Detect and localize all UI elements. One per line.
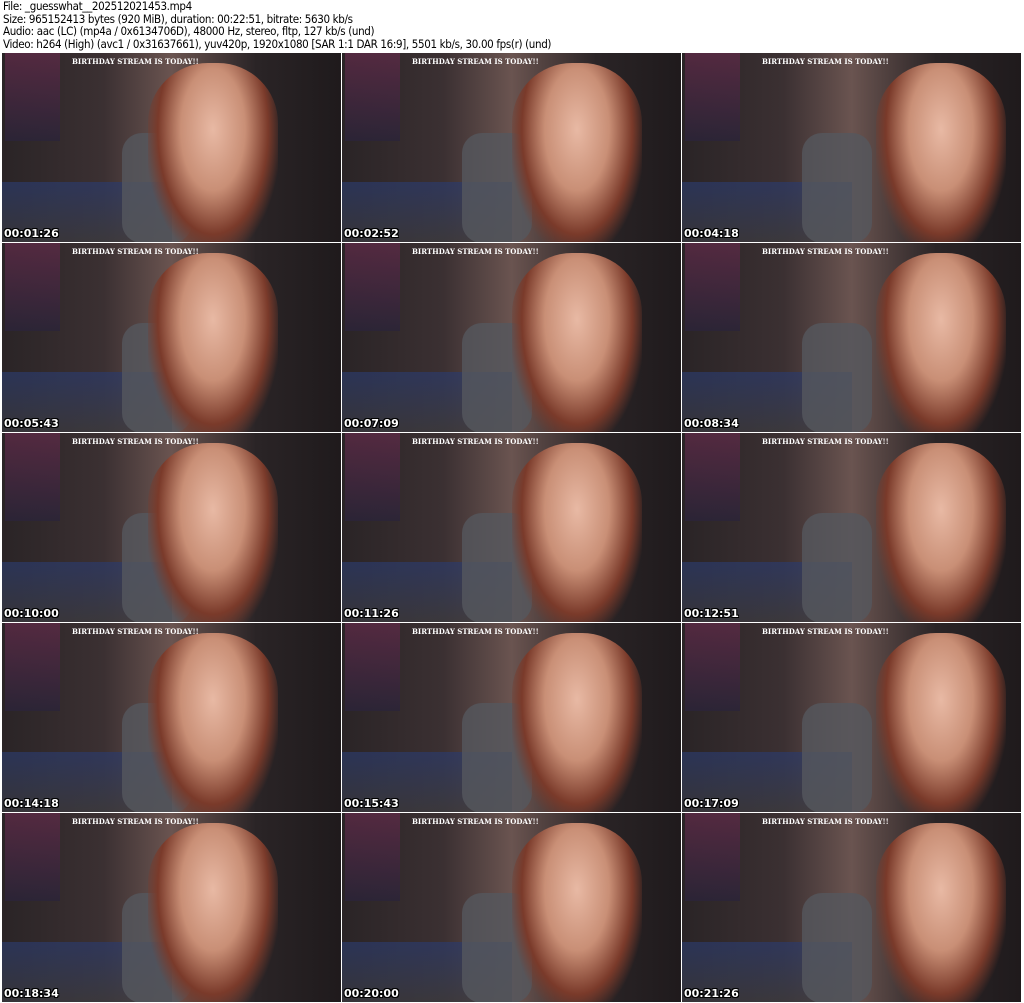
overlay-banner: BIRTHDAY STREAM IS TODAY!! bbox=[412, 817, 539, 826]
thumbnail-timestamp: 00:07:09 bbox=[344, 417, 399, 430]
thumbnail-timestamp: 00:11:26 bbox=[344, 607, 399, 620]
person bbox=[512, 823, 642, 1002]
video-thumbnail: BIRTHDAY STREAM IS TODAY!! 00:17:09 bbox=[682, 623, 1021, 812]
person bbox=[148, 633, 278, 812]
overlay-banner: BIRTHDAY STREAM IS TODAY!! bbox=[762, 817, 889, 826]
person bbox=[512, 253, 642, 432]
thumbnail-timestamp: 00:14:18 bbox=[4, 797, 59, 810]
video-thumbnail: BIRTHDAY STREAM IS TODAY!! 00:21:26 bbox=[682, 813, 1021, 1002]
chair bbox=[802, 893, 872, 1002]
thumbnail-timestamp: 00:20:00 bbox=[344, 987, 399, 1000]
overlay-banner: BIRTHDAY STREAM IS TODAY!! bbox=[72, 247, 199, 256]
stream-overlay-panel bbox=[685, 433, 740, 521]
thumbnail-timestamp: 00:12:51 bbox=[684, 607, 739, 620]
overlay-banner: BIRTHDAY STREAM IS TODAY!! bbox=[412, 627, 539, 636]
stream-overlay-panel bbox=[345, 433, 400, 521]
overlay-banner: BIRTHDAY STREAM IS TODAY!! bbox=[412, 437, 539, 446]
stream-overlay-panel bbox=[345, 813, 400, 901]
person bbox=[876, 63, 1006, 242]
stream-overlay-panel bbox=[5, 243, 60, 331]
overlay-banner: BIRTHDAY STREAM IS TODAY!! bbox=[72, 437, 199, 446]
thumbnail-grid: BIRTHDAY STREAM IS TODAY!! 00:01:26 BIRTHD… bbox=[2, 53, 1021, 1002]
stream-overlay-panel bbox=[345, 243, 400, 331]
video-thumbnail: BIRTHDAY STREAM IS TODAY!! 00:10:00 bbox=[2, 433, 341, 622]
stream-overlay-panel bbox=[685, 243, 740, 331]
overlay-banner: BIRTHDAY STREAM IS TODAY!! bbox=[72, 57, 199, 66]
stream-overlay-panel bbox=[345, 623, 400, 711]
person bbox=[876, 633, 1006, 812]
video-thumbnail: BIRTHDAY STREAM IS TODAY!! 00:14:18 bbox=[2, 623, 341, 812]
stream-overlay-panel bbox=[5, 813, 60, 901]
thumbnail-timestamp: 00:04:18 bbox=[684, 227, 739, 240]
stream-overlay-panel bbox=[685, 623, 740, 711]
video-thumbnail: BIRTHDAY STREAM IS TODAY!! 00:01:26 bbox=[2, 53, 341, 242]
person bbox=[876, 823, 1006, 1002]
thumbnail-timestamp: 00:02:52 bbox=[344, 227, 399, 240]
video-info: Video: h264 (High) (avc1 / 0x31637661), … bbox=[3, 36, 552, 51]
thumbnail-timestamp: 00:01:26 bbox=[4, 227, 59, 240]
person bbox=[148, 63, 278, 242]
thumbnail-timestamp: 00:18:34 bbox=[4, 987, 59, 1000]
person bbox=[148, 253, 278, 432]
video-thumbnail: BIRTHDAY STREAM IS TODAY!! 00:15:43 bbox=[342, 623, 681, 812]
overlay-banner: BIRTHDAY STREAM IS TODAY!! bbox=[412, 247, 539, 256]
chair bbox=[802, 323, 872, 432]
thumbnail-timestamp: 00:15:43 bbox=[344, 797, 399, 810]
video-thumbnail: BIRTHDAY STREAM IS TODAY!! 00:20:00 bbox=[342, 813, 681, 1002]
video-thumbnail: BIRTHDAY STREAM IS TODAY!! 00:12:51 bbox=[682, 433, 1021, 622]
overlay-banner: BIRTHDAY STREAM IS TODAY!! bbox=[72, 817, 199, 826]
video-thumbnail: BIRTHDAY STREAM IS TODAY!! 00:04:18 bbox=[682, 53, 1021, 242]
chair bbox=[802, 703, 872, 812]
audio-info: Audio: aac (LC) (mp4a / 0x6134706D), 480… bbox=[3, 24, 375, 39]
person bbox=[512, 633, 642, 812]
thumbnail-timestamp: 00:17:09 bbox=[684, 797, 739, 810]
stream-overlay-panel bbox=[5, 53, 60, 141]
stream-overlay-panel bbox=[685, 813, 740, 901]
overlay-banner: BIRTHDAY STREAM IS TODAY!! bbox=[762, 247, 889, 256]
chair bbox=[802, 513, 872, 622]
person bbox=[148, 823, 278, 1002]
file-info-header: File: _guesswhat__202512021453.mp4 Size:… bbox=[3, 0, 551, 50]
video-thumbnail: BIRTHDAY STREAM IS TODAY!! 00:02:52 bbox=[342, 53, 681, 242]
thumbnail-timestamp: 00:10:00 bbox=[4, 607, 59, 620]
person bbox=[148, 443, 278, 622]
stream-overlay-panel bbox=[685, 53, 740, 141]
video-thumbnail: BIRTHDAY STREAM IS TODAY!! 00:05:43 bbox=[2, 243, 341, 432]
overlay-banner: BIRTHDAY STREAM IS TODAY!! bbox=[762, 437, 889, 446]
file-name: File: _guesswhat__202512021453.mp4 bbox=[3, 0, 192, 13]
video-thumbnail: BIRTHDAY STREAM IS TODAY!! 00:18:34 bbox=[2, 813, 341, 1002]
person bbox=[876, 253, 1006, 432]
video-thumbnail: BIRTHDAY STREAM IS TODAY!! 00:08:34 bbox=[682, 243, 1021, 432]
stream-overlay-panel bbox=[5, 433, 60, 521]
overlay-banner: BIRTHDAY STREAM IS TODAY!! bbox=[762, 57, 889, 66]
video-thumbnail: BIRTHDAY STREAM IS TODAY!! 00:11:26 bbox=[342, 433, 681, 622]
chair bbox=[802, 133, 872, 242]
stream-overlay-panel bbox=[5, 623, 60, 711]
stream-overlay-panel bbox=[345, 53, 400, 141]
thumbnail-timestamp: 00:05:43 bbox=[4, 417, 59, 430]
thumbnail-timestamp: 00:21:26 bbox=[684, 987, 739, 1000]
overlay-banner: BIRTHDAY STREAM IS TODAY!! bbox=[72, 627, 199, 636]
person bbox=[876, 443, 1006, 622]
person bbox=[512, 63, 642, 242]
person bbox=[512, 443, 642, 622]
overlay-banner: BIRTHDAY STREAM IS TODAY!! bbox=[762, 627, 889, 636]
video-thumbnail: BIRTHDAY STREAM IS TODAY!! 00:07:09 bbox=[342, 243, 681, 432]
overlay-banner: BIRTHDAY STREAM IS TODAY!! bbox=[412, 57, 539, 66]
thumbnail-timestamp: 00:08:34 bbox=[684, 417, 739, 430]
